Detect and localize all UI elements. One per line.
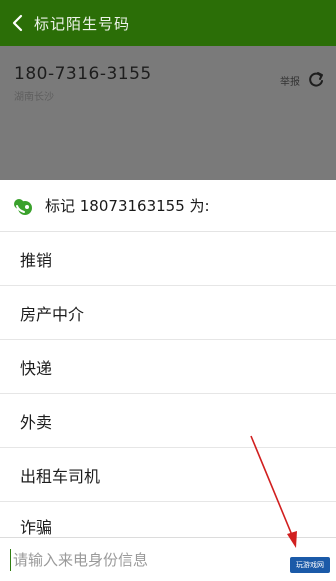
mark-number-sheet: 标记 18073163155 为: 推销 房产中介 快递 外卖 出租车司机 诈骗 [0, 180, 336, 581]
identity-input-bar [0, 537, 336, 581]
dimmed-content: 180-7316-3155 湖南长沙 举报 [0, 46, 336, 180]
back-arrow-icon [12, 14, 23, 32]
option-express-delivery[interactable]: 快递 [0, 340, 336, 394]
sheet-title: 标记 18073163155 为: [45, 197, 210, 215]
page-title: 标记陌生号码 [34, 14, 131, 33]
option-taxi-driver[interactable]: 出租车司机 [0, 448, 336, 502]
phone-tag-icon [14, 198, 32, 215]
phone-location: 湖南长沙 [14, 92, 54, 103]
refresh-icon [309, 72, 323, 87]
text-caret [10, 548, 11, 571]
sheet-header: 标记 18073163155 为: [0, 180, 336, 232]
report-label: 举报 [280, 76, 300, 88]
contact-row: 180-7316-3155 湖南长沙 举报 [14, 64, 326, 103]
option-telemarketing[interactable]: 推销 [0, 232, 336, 286]
back-button[interactable] [0, 0, 34, 46]
option-real-estate-agent[interactable]: 房产中介 [0, 286, 336, 340]
option-food-delivery[interactable]: 外卖 [0, 394, 336, 448]
top-bar: 标记陌生号码 [0, 0, 336, 46]
watermark-logo: 玩游戏网 [290, 557, 330, 573]
option-fraud[interactable]: 诈骗 [0, 502, 336, 540]
report-button[interactable]: 举报 [280, 70, 326, 90]
identity-input[interactable] [13, 550, 283, 569]
